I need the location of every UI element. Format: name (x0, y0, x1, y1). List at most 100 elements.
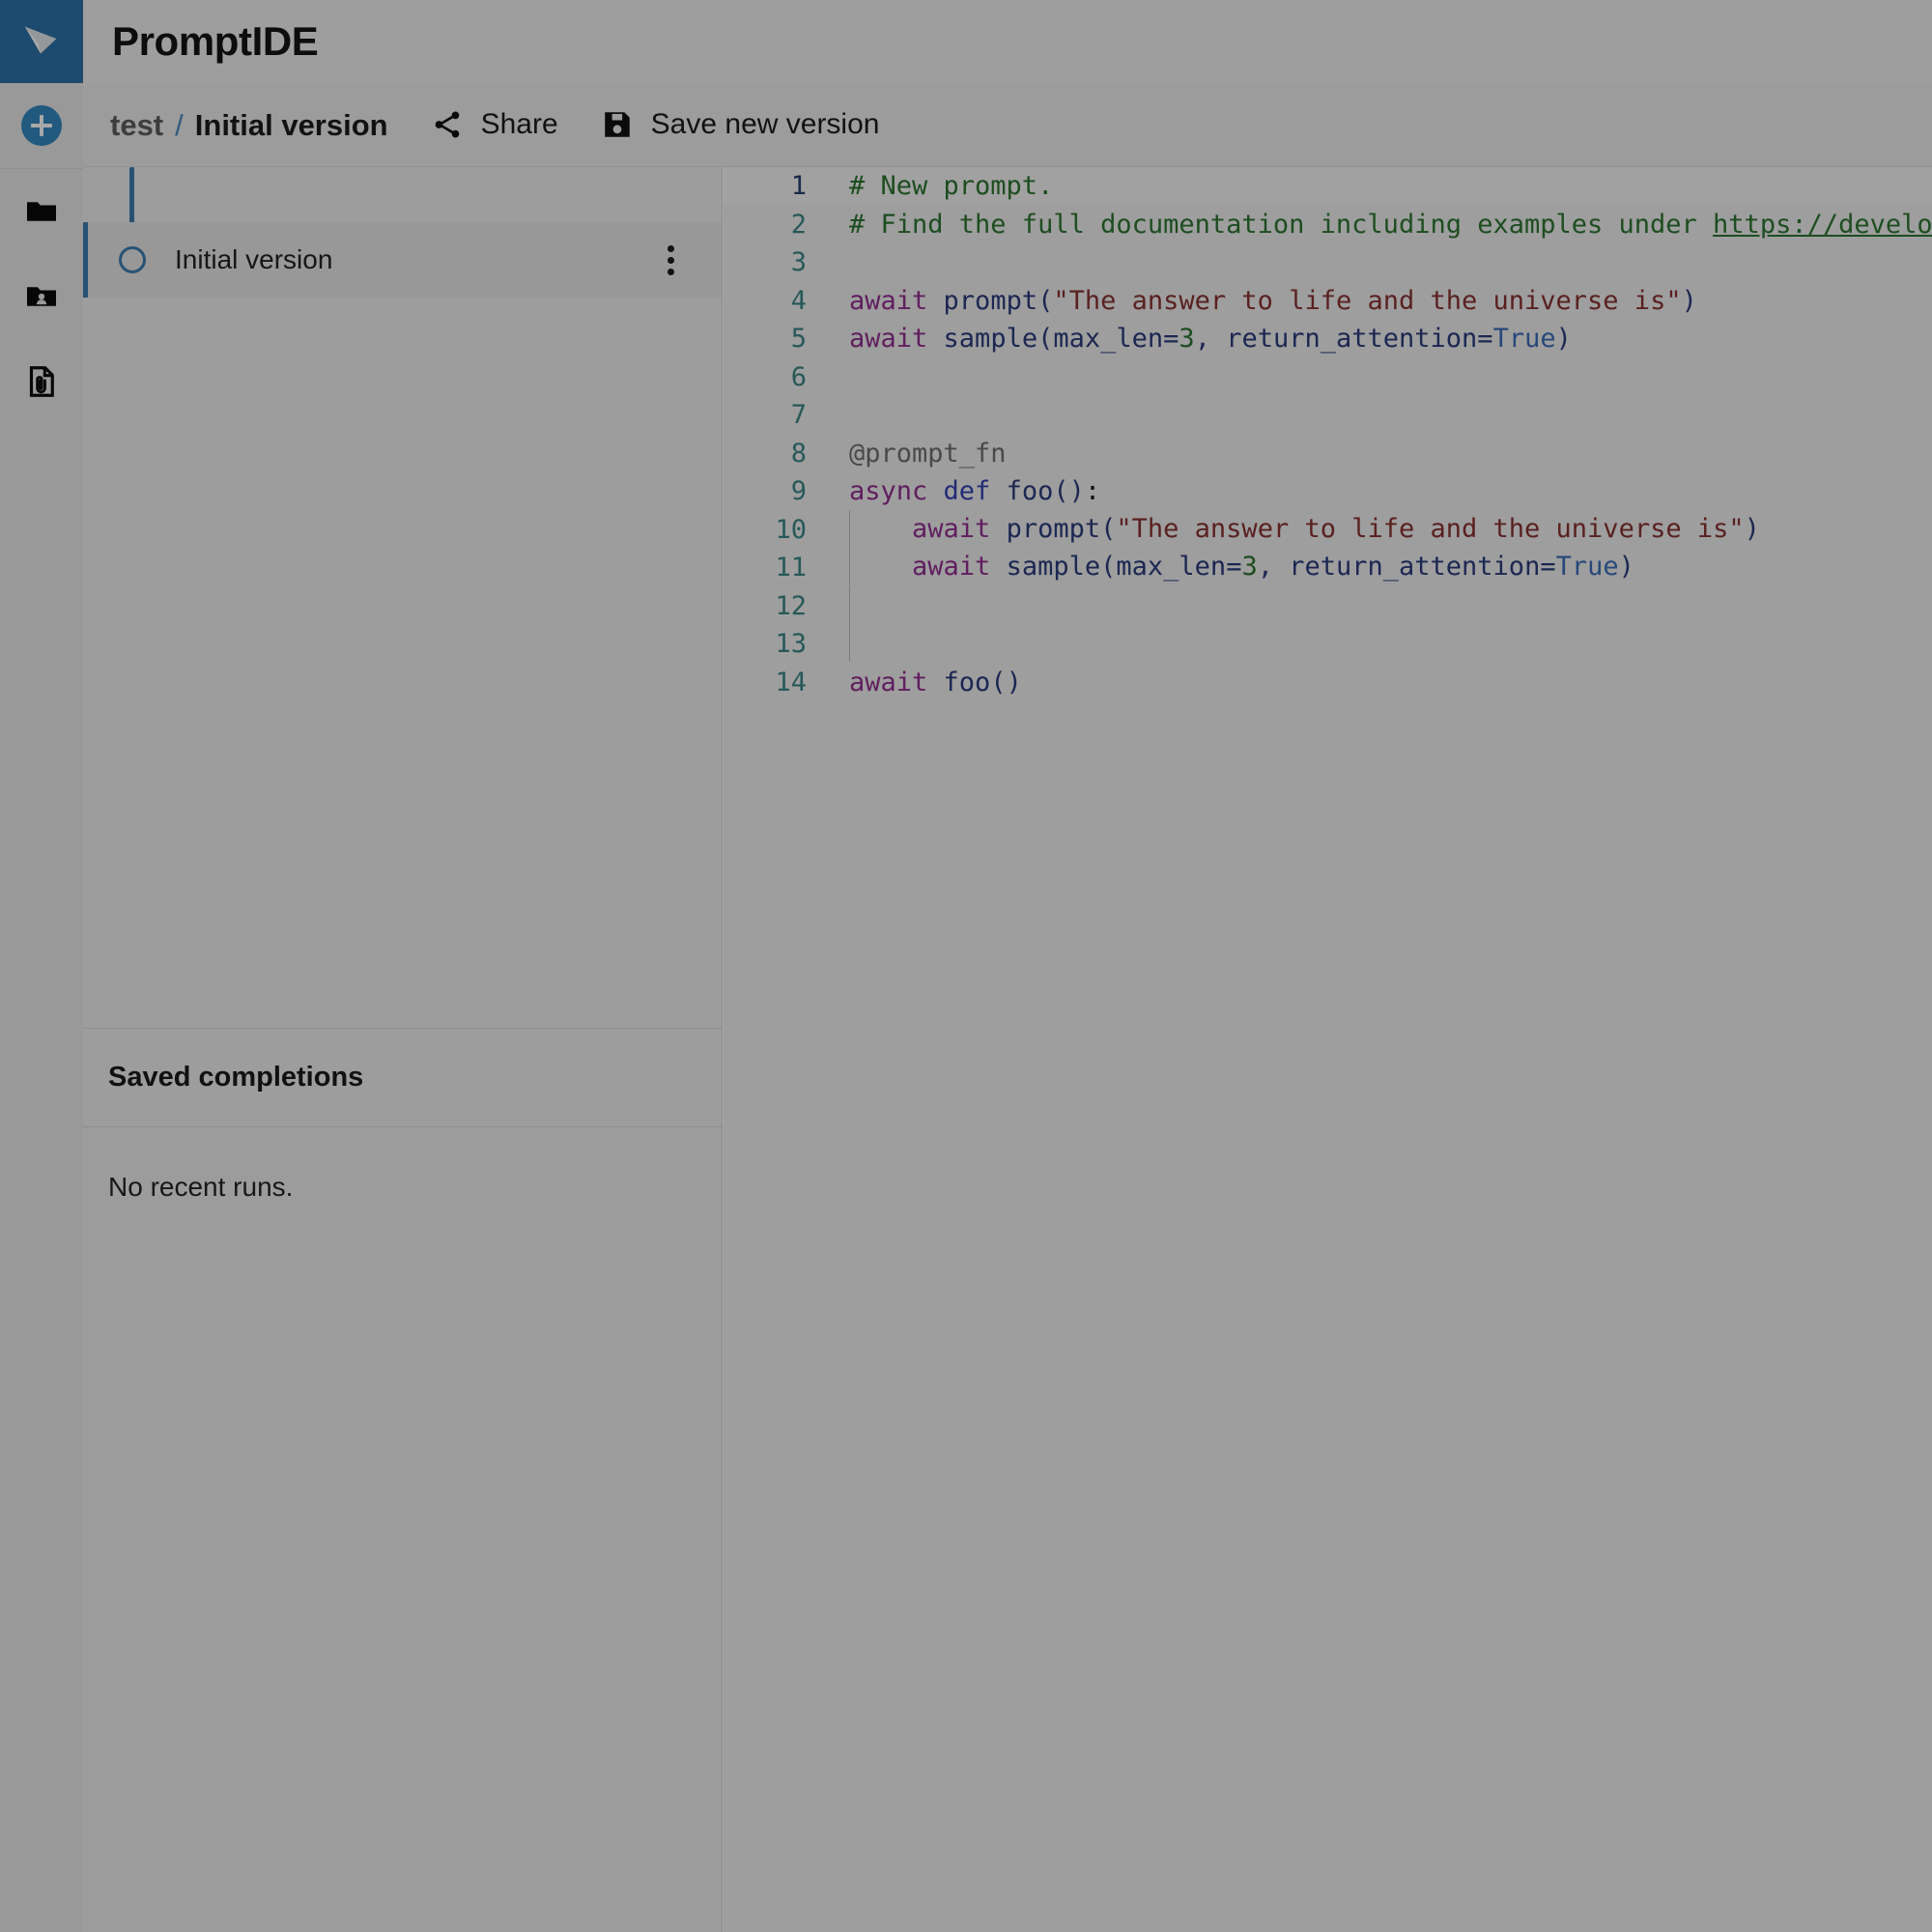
code-token: ( (1037, 324, 1054, 355)
code-token: = (1477, 324, 1493, 355)
code-token: True (1555, 552, 1619, 582)
code-token: max_len (1116, 552, 1227, 582)
code-token: ( (1037, 285, 1054, 316)
indent-guide (849, 585, 850, 624)
breadcrumb-version[interactable]: Initial version (195, 110, 388, 140)
line-number: 14 (775, 667, 807, 697)
code-token: prompt (943, 285, 1038, 316)
line-number: 1 (724, 167, 832, 206)
code-token: foo (943, 667, 991, 697)
line-number: 6 (790, 361, 807, 392)
code-token: ) (1618, 552, 1634, 582)
code-line: 3 (724, 243, 1932, 282)
code-line: 9 async def foo(): (724, 472, 1932, 511)
version-list-item[interactable]: Initial version (83, 222, 722, 298)
paper-plane-logo-icon (19, 19, 64, 64)
code-token[interactable]: https://develop (1713, 210, 1932, 240)
indent-guide (849, 509, 850, 548)
code-token: 3 (1179, 324, 1195, 355)
code-token: prompt (1006, 513, 1101, 544)
code-line: 2 # Find the full documentation including… (724, 206, 1932, 244)
kebab-vertical-menu-icon[interactable] (656, 239, 685, 281)
code-line-content (832, 358, 1932, 397)
code-token: await (849, 324, 928, 355)
code-token: foo (1006, 476, 1054, 507)
sidebar-item-shared-files[interactable] (0, 254, 83, 339)
code-token: = (1540, 552, 1556, 582)
code-token: () (990, 667, 1022, 697)
code-token: async (849, 476, 928, 507)
code-token: await (912, 552, 991, 582)
code-line: 1 # New prompt. (724, 167, 1932, 206)
line-number: 11 (775, 553, 807, 583)
code-token: True (1492, 324, 1556, 355)
breadcrumb-project[interactable]: test (110, 110, 163, 140)
sidebar-item-files[interactable] (0, 169, 83, 254)
code-token: return_attention (1226, 324, 1478, 355)
code-line-content: await sample(max_len=3, return_attention… (832, 320, 1932, 358)
code-line-content (832, 243, 1932, 282)
code-line: 10 await prompt("The answer to life and … (724, 509, 1932, 550)
line-number: 12 (775, 590, 807, 621)
code-token: await (849, 667, 928, 697)
code-line-content (832, 396, 1932, 435)
folder-icon (24, 194, 59, 229)
app-title: PromptIDE (112, 18, 319, 64)
top-brand-bar: PromptIDE (0, 0, 1932, 83)
code-token: , (1257, 552, 1290, 582)
version-history-list: Initial version (83, 167, 722, 1029)
line-number: 3 (790, 247, 807, 278)
app-root: PromptIDE test / Initial version Share S… (0, 0, 1932, 1932)
plus-circle-icon (21, 105, 62, 146)
breadcrumb-action-bar: test / Initial version Share Save new ve… (83, 83, 1932, 167)
code-line-content: await foo() (832, 664, 1932, 702)
code-token: sample (1006, 552, 1101, 582)
code-token: ) (1744, 513, 1760, 544)
code-line: 11 await sample(max_len=3, return_attent… (724, 548, 1932, 587)
code-lines-table: 1 # New prompt. 2 # Find the full documenta… (724, 167, 1932, 701)
code-token: @prompt_fn (849, 438, 1007, 469)
code-line: 8 @prompt_fn (724, 435, 1932, 473)
code-token: 3 (1241, 552, 1258, 582)
icon-rail (0, 83, 83, 1932)
code-line-content (832, 624, 1932, 664)
code-token: = (1163, 324, 1179, 355)
share-network-icon (431, 108, 464, 141)
version-node-circle-icon (119, 246, 146, 273)
code-token: ( (1100, 552, 1117, 582)
save-new-version-button[interactable]: Save new version (601, 108, 880, 141)
code-line: 4 await prompt("The answer to life and th… (724, 282, 1932, 321)
code-token: max_len (1053, 324, 1164, 355)
save-new-version-label: Save new version (650, 108, 880, 140)
code-token: ( (1100, 513, 1117, 544)
share-button[interactable]: Share (431, 108, 558, 141)
code-token: : (1084, 476, 1101, 507)
line-number: 13 (775, 629, 807, 660)
code-editor[interactable]: 1 # New prompt. 2 # Find the full documenta… (724, 167, 1932, 1932)
code-token: , (1194, 324, 1227, 355)
line-number: 9 (790, 476, 807, 507)
left-panel: Initial version Saved completions No rec… (83, 167, 723, 1932)
saved-completions-header: Saved completions (83, 1028, 722, 1127)
line-number: 8 (790, 438, 807, 469)
code-token: def (943, 476, 991, 507)
code-line: 6 (724, 358, 1932, 397)
code-token: "The answer to life and the universe is" (1116, 513, 1745, 544)
code-token: ) (1555, 324, 1572, 355)
line-number: 10 (775, 514, 807, 545)
code-token: # Find the full documentation including … (849, 209, 1714, 240)
sidebar-item-new-prompt[interactable] (0, 83, 83, 168)
code-line: 13 (724, 624, 1932, 664)
code-line: 7 (724, 396, 1932, 435)
app-logo-button[interactable] (0, 0, 83, 83)
line-number: 4 (790, 285, 807, 316)
sidebar-item-attachments[interactable] (0, 339, 83, 424)
line-number: 7 (790, 400, 807, 431)
code-token: () (1053, 476, 1085, 507)
code-token: "The answer to life and the universe is" (1053, 285, 1682, 316)
